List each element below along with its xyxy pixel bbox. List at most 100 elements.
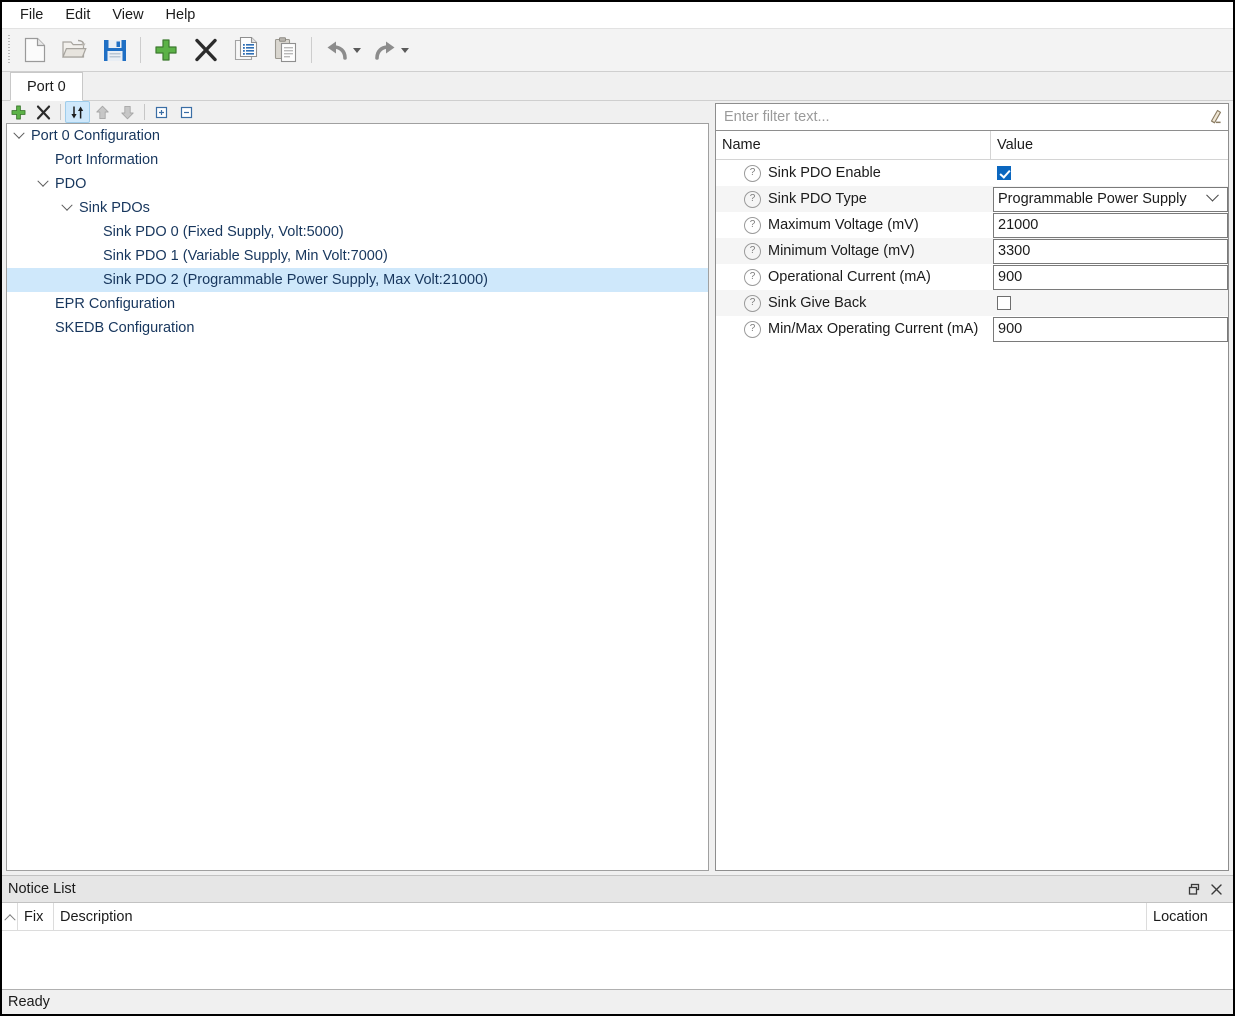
tree-expand-all-button[interactable] [149, 101, 174, 123]
save-button[interactable] [95, 32, 135, 68]
notice-sort-column[interactable] [2, 903, 18, 930]
tree-node-label: Port 0 Configuration [31, 128, 160, 144]
tree-sort-button[interactable] [65, 101, 90, 123]
help-icon[interactable]: ? [744, 320, 761, 338]
maximum-voltage-input[interactable]: 21000 [993, 212, 1228, 238]
operational-current-input[interactable]: 900 [993, 264, 1228, 290]
tab-strip: Port 0 [2, 72, 1233, 101]
help-icon[interactable]: ? [744, 164, 761, 182]
move-up-icon [96, 105, 109, 119]
toolbar-grip[interactable] [6, 35, 12, 65]
menu-bar: File Edit View Help [2, 2, 1233, 28]
tree-move-down-button[interactable] [115, 101, 140, 123]
restore-window-icon [1188, 883, 1199, 895]
main-toolbar [2, 28, 1233, 72]
menu-edit[interactable]: Edit [54, 5, 101, 25]
tree-node-sink-pdo-0[interactable]: Sink PDO 0 (Fixed Supply, Volt:5000) [7, 220, 708, 244]
open-folder-icon [62, 39, 87, 58]
property-value-cell [991, 160, 1228, 186]
sink-pdo-type-combobox[interactable]: Programmable Power Supply [993, 186, 1228, 212]
undo-button[interactable] [317, 32, 357, 68]
property-value-cell: 900 [991, 264, 1228, 290]
toolbar-separator-2 [311, 37, 312, 63]
restore-window-button[interactable] [1183, 878, 1205, 900]
redo-dropdown-arrow[interactable] [401, 47, 409, 53]
tree-expander[interactable] [55, 196, 79, 220]
tab-port-0[interactable]: Port 0 [10, 72, 83, 101]
tree-move-up-button[interactable] [90, 101, 115, 123]
min-max-operating-current-input[interactable]: 900 [993, 316, 1228, 342]
tree-collapse-all-button[interactable] [174, 101, 199, 123]
tree-node-sink-pdo-1[interactable]: Sink PDO 1 (Variable Supply, Min Volt:70… [7, 244, 708, 268]
toolbar-separator-1 [140, 37, 141, 63]
application-window: File Edit View Help Port 0 Port 0 Config… [0, 0, 1235, 1016]
sink-pdo-enable-checkbox[interactable] [997, 166, 1011, 180]
minimum-voltage-input[interactable]: 3300 [993, 238, 1228, 264]
property-name-cell: ? Sink PDO Type [716, 186, 991, 212]
help-icon[interactable]: ? [744, 294, 761, 312]
property-row-sink-pdo-enable[interactable]: ? Sink PDO Enable [716, 160, 1228, 186]
filter-input[interactable] [716, 104, 1200, 130]
help-icon[interactable]: ? [744, 268, 761, 286]
move-down-icon [121, 105, 134, 119]
property-row-min-max-operating-current[interactable]: ? Min/Max Operating Current (mA) 900 [716, 316, 1228, 342]
tree-expander[interactable] [7, 124, 31, 148]
close-notice-button[interactable] [1205, 878, 1227, 900]
tree-node-port-information[interactable]: Port Information [7, 148, 708, 172]
new-file-button[interactable] [15, 32, 55, 68]
help-icon[interactable]: ? [744, 190, 761, 208]
redo-button[interactable] [365, 32, 405, 68]
paste-button[interactable] [266, 32, 306, 68]
status-text: Ready [8, 994, 50, 1010]
property-row-maximum-voltage[interactable]: ? Maximum Voltage (mV) 21000 [716, 212, 1228, 238]
notice-column-description[interactable]: Description [54, 903, 1147, 930]
help-icon[interactable]: ? [744, 216, 761, 234]
tree-node-sink-pdos[interactable]: Sink PDOs [7, 196, 708, 220]
property-row-sink-give-back[interactable]: ? Sink Give Back [716, 290, 1228, 316]
property-row-sink-pdo-type[interactable]: ? Sink PDO Type Programmable Power Suppl… [716, 186, 1228, 212]
tree-pane: Port 0 Configuration Port Information PD… [2, 101, 713, 875]
property-row-minimum-voltage[interactable]: ? Minimum Voltage (mV) 3300 [716, 238, 1228, 264]
property-row-operational-current[interactable]: ? Operational Current (mA) 900 [716, 264, 1228, 290]
clear-filter-button[interactable] [1200, 104, 1228, 130]
tree-node-sink-pdo-2[interactable]: Sink PDO 2 (Programmable Power Supply, M… [7, 268, 708, 292]
open-file-button[interactable] [55, 32, 95, 68]
add-button[interactable] [146, 32, 186, 68]
chevron-down-icon [37, 175, 49, 187]
tree-expander[interactable] [31, 172, 55, 196]
configuration-tree[interactable]: Port 0 Configuration Port Information PD… [6, 123, 709, 871]
copy-button[interactable] [226, 32, 266, 68]
tree-remove-button[interactable] [31, 101, 56, 123]
expand-all-icon [155, 106, 168, 118]
tree-node-epr-configuration[interactable]: EPR Configuration [7, 292, 708, 316]
menu-help[interactable]: Help [155, 5, 207, 25]
tree-node-pdo[interactable]: PDO [7, 172, 708, 196]
notice-list-title-bar: Notice List [2, 875, 1233, 903]
column-header-name[interactable]: Name [716, 131, 991, 159]
sink-give-back-checkbox[interactable] [997, 296, 1011, 310]
help-icon[interactable]: ? [744, 242, 761, 260]
menu-view[interactable]: View [101, 5, 154, 25]
tree-node-skedb-configuration[interactable]: SKEDB Configuration [7, 316, 708, 340]
tree-node-label: Port Information [55, 152, 159, 168]
notice-column-location[interactable]: Location [1147, 903, 1233, 930]
notice-column-fix[interactable]: Fix [18, 903, 54, 930]
column-header-value[interactable]: Value [991, 131, 1228, 159]
property-grid-header: Name Value [716, 131, 1228, 160]
delete-button[interactable] [186, 32, 226, 68]
delete-x-icon [36, 105, 51, 119]
tree-add-button[interactable] [6, 101, 31, 123]
tree-node-port-0-configuration[interactable]: Port 0 Configuration [7, 124, 708, 148]
menu-file[interactable]: File [9, 5, 54, 25]
undo-dropdown-arrow[interactable] [353, 47, 361, 53]
